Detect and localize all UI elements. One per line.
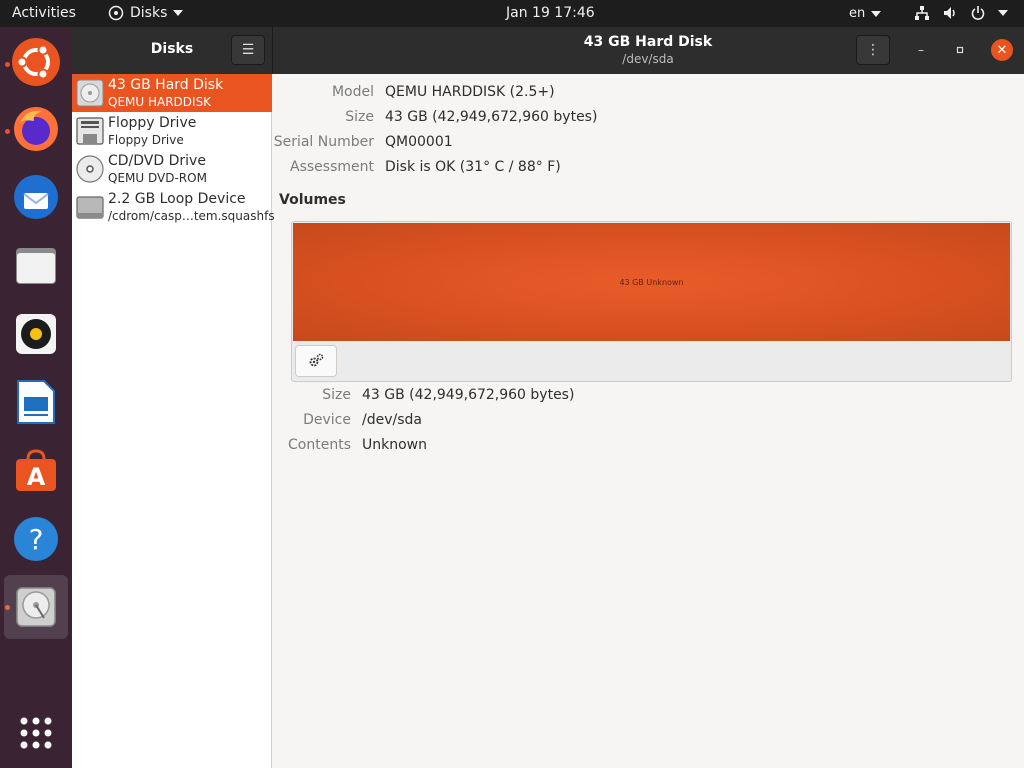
device-value[interactable]: /dev/sda	[362, 412, 422, 428]
dock-item-software[interactable]: A	[4, 438, 68, 502]
close-button[interactable]: ✕	[991, 39, 1013, 61]
close-icon: ✕	[996, 42, 1008, 58]
dock-item-rhythmbox[interactable]	[4, 302, 68, 366]
loop-device-icon	[76, 196, 104, 219]
svg-text:A: A	[27, 463, 46, 491]
files-icon	[16, 248, 56, 284]
disk-item-floppy[interactable]: Floppy Drive Floppy Drive	[72, 112, 272, 150]
model-value[interactable]: QEMU HARDDISK (2.5+)	[385, 84, 555, 100]
writer-icon	[17, 380, 55, 424]
disk-details: Model QEMU HARDDISK (2.5+) Size 43 GB (4…	[273, 74, 1024, 768]
disk-name: 2.2 GB Loop Device	[108, 191, 246, 207]
network-icon	[915, 6, 929, 20]
chevron-down-icon	[871, 10, 882, 17]
disk-name: CD/DVD Drive	[108, 153, 206, 169]
input-source-menu[interactable]: en	[849, 6, 882, 21]
app-menu[interactable]: Disks	[108, 5, 184, 21]
model-label: Model	[331, 84, 374, 100]
assessment-label: Assessment	[290, 159, 374, 175]
more-vertical-icon: ⋮	[866, 42, 880, 58]
thunderbird-icon	[14, 175, 58, 219]
dock-item-disks[interactable]	[4, 575, 68, 639]
activities-button[interactable]: Activities	[12, 5, 76, 21]
language-indicator: en	[849, 6, 866, 21]
help-icon: ?	[14, 517, 58, 561]
partition-block[interactable]: 43 GB Unknown	[293, 223, 1010, 341]
window-subtitle: /dev/sda	[622, 52, 674, 66]
disks-window: Disks ☰ 43 GB Hard Disk /dev/sda ⋮ – ✕ 4…	[72, 27, 1024, 768]
maximize-button[interactable]	[949, 39, 971, 61]
app-menu-button[interactable]: ☰	[231, 35, 265, 65]
dock-item-show-apps[interactable]	[4, 701, 68, 765]
drive-options-button[interactable]: ⋮	[856, 35, 890, 65]
dock-item-thunderbird[interactable]	[4, 165, 68, 229]
minimize-button[interactable]: –	[910, 39, 932, 61]
hamburger-icon: ☰	[241, 42, 255, 58]
partition-options-button[interactable]	[295, 345, 337, 377]
firefox-icon	[14, 107, 58, 151]
contents-label: Contents	[288, 437, 351, 453]
system-tray[interactable]	[914, 5, 1008, 21]
dock-item-writer[interactable]	[4, 370, 68, 434]
ubuntu-logo-icon	[12, 38, 60, 86]
device-label: Device	[303, 412, 351, 428]
disk-model: QEMU HARDDISK	[108, 95, 212, 109]
chevron-down-icon	[173, 10, 184, 16]
volume-size-value[interactable]: 43 GB (42,949,672,960 bytes)	[362, 387, 574, 403]
dock-item-help[interactable]: ?	[4, 507, 68, 571]
software-icon: A	[16, 449, 56, 491]
header-bar: Disks ☰ 43 GB Hard Disk /dev/sda ⋮ – ✕	[72, 27, 1024, 74]
volume-map: 43 GB Unknown	[291, 221, 1012, 382]
disks-app-icon	[108, 5, 124, 21]
restore-icon	[956, 46, 964, 54]
app-menu-label: Disks	[130, 5, 168, 21]
chevron-down-icon	[998, 10, 1008, 16]
volume-icon	[944, 7, 955, 19]
disks-icon	[16, 587, 56, 627]
top-bar: Activities Disks Jan 19 17:46 en	[0, 0, 1024, 27]
disk-item-hard-disk[interactable]: 43 GB Hard Disk QEMU HARDDISK	[72, 74, 272, 112]
dock-item-ubuntu[interactable]	[4, 30, 68, 94]
hard-disk-icon	[76, 79, 104, 107]
disk-item-loop-device[interactable]: 2.2 GB Loop Device /cdrom/casp…tem.squas…	[72, 188, 275, 226]
header-divider	[272, 27, 273, 74]
dock: A ?	[0, 27, 72, 768]
dock-item-files[interactable]	[4, 234, 68, 298]
disk-path: /cdrom/casp…tem.squashfs	[108, 209, 275, 223]
power-icon	[971, 6, 985, 20]
serial-label: Serial Number	[273, 134, 374, 150]
contents-value[interactable]: Unknown	[362, 437, 427, 453]
disk-item-cdrom[interactable]: CD/DVD Drive QEMU DVD-ROM	[72, 150, 272, 188]
dock-item-firefox[interactable]	[4, 97, 68, 161]
minimize-icon: –	[918, 43, 924, 57]
optical-disc-icon	[76, 155, 104, 183]
window-title: 43 GB Hard Disk	[583, 34, 713, 50]
size-value[interactable]: 43 GB (42,949,672,960 bytes)	[385, 109, 597, 125]
volumes-heading: Volumes	[279, 192, 346, 208]
disk-model: Floppy Drive	[108, 133, 184, 147]
show-apps-icon	[20, 717, 52, 749]
disk-model: QEMU DVD-ROM	[108, 171, 207, 185]
rhythmbox-icon	[16, 314, 56, 354]
svg-text:?: ?	[29, 523, 44, 556]
clock[interactable]: Jan 19 17:46	[506, 5, 595, 21]
assessment-value[interactable]: Disk is OK (31° C / 88° F)	[385, 159, 561, 175]
floppy-icon	[76, 117, 104, 145]
serial-value[interactable]: QM00001	[385, 134, 453, 150]
gears-icon	[309, 353, 324, 367]
volume-size-label: Size	[322, 387, 351, 403]
size-label: Size	[345, 109, 374, 125]
partition-label: 43 GB Unknown	[619, 277, 684, 287]
disk-list: 43 GB Hard Disk QEMU HARDDISK Floppy Dri…	[72, 74, 275, 768]
disk-name: 43 GB Hard Disk	[108, 77, 224, 93]
disk-name: Floppy Drive	[108, 115, 197, 131]
